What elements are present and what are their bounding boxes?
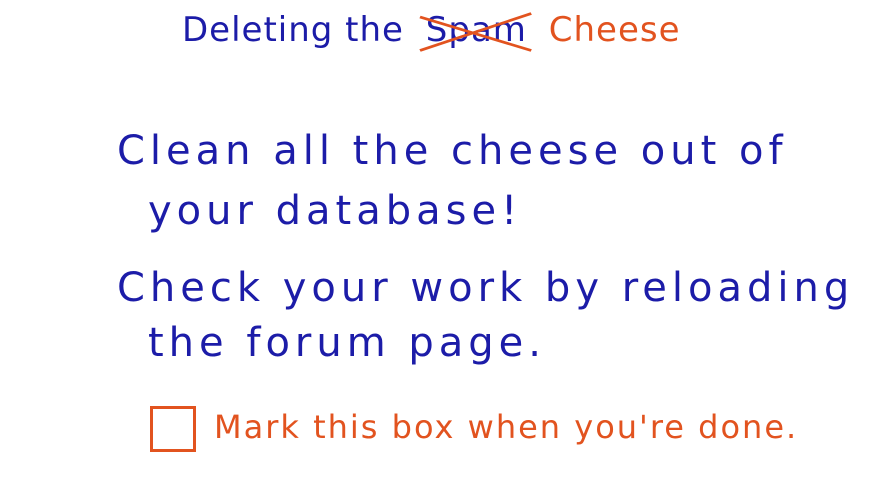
title-prefix: Deleting the (182, 10, 404, 50)
instruction-line-4: the forum page. (148, 320, 547, 366)
slide-title: Deleting the Spam Cheese (182, 10, 681, 52)
strike-x-icon (419, 12, 532, 52)
instruction-line-1: Clean all the cheese out of (117, 128, 788, 174)
struck-word: Spam (419, 10, 532, 52)
instruction-line-3: Check your work by reloading (117, 265, 855, 311)
checkbox-label: Mark this box when you're done. (214, 408, 799, 446)
title-replacement: Cheese (548, 10, 681, 50)
done-checkbox[interactable] (150, 406, 196, 452)
instruction-line-2: your database! (148, 188, 523, 234)
